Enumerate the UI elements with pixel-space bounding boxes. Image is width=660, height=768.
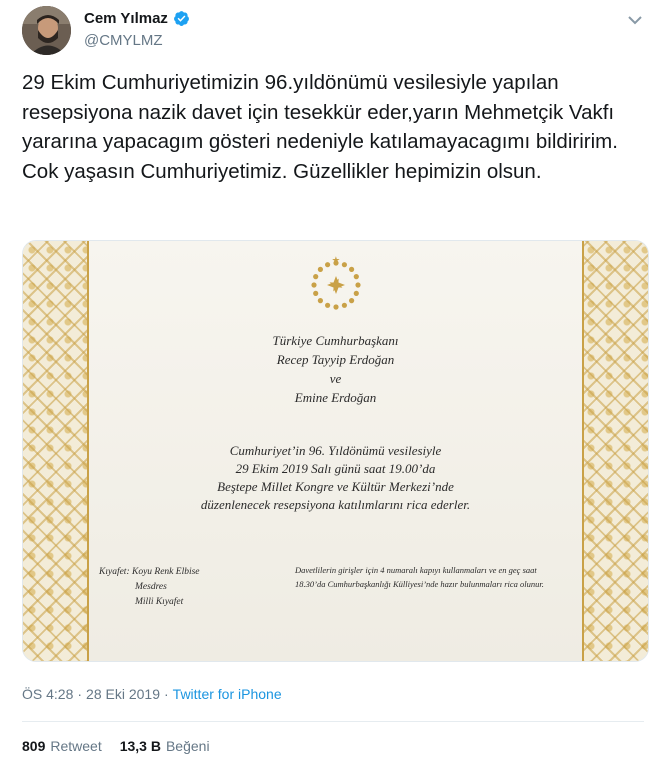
dress-code-line-2: Mesdres <box>135 582 167 592</box>
retweet-count: 809 <box>22 738 46 754</box>
retweet-count-stat[interactable]: 809 Retweet <box>22 738 102 754</box>
invitation-conjunction: ve <box>329 371 342 386</box>
avatar[interactable] <box>22 6 71 55</box>
more-options-chevron-down-icon[interactable] <box>624 9 646 31</box>
dress-code-line-3: Milli Kıyafet <box>135 597 184 607</box>
retweet-label: Retweet <box>50 738 102 754</box>
dress-code-line-1: Kıyafet: Koyu Renk Elbise <box>99 567 200 577</box>
tweet-text: 29 Ekim Cumhuriyetimizin 96.yıldönümü ve… <box>22 71 624 183</box>
ornamental-border-right <box>582 241 648 661</box>
invitation-cohost-name: Emine Erdoğan <box>294 390 377 405</box>
divider <box>22 721 644 722</box>
meta-separator: · <box>164 686 169 702</box>
tweet-media-image[interactable]: Türkiye Cumhurbaşkanı Recep Tayyip Erdoğ… <box>22 240 649 662</box>
invitation-body-line-4: düzenlenecek resepsiyona katılımlarını r… <box>200 497 471 512</box>
entry-note-line-1: Davetlilerin girişler için 4 numaralı ka… <box>295 565 537 575</box>
invitation-body-line-2: 29 Ekim 2019 Salı günü saat 19.00’da <box>235 461 436 476</box>
tweet-meta: ÖS 4:28 · 28 Eki 2019 · Twitter for iPho… <box>22 686 282 702</box>
like-label: Beğeni <box>165 738 210 754</box>
author-name[interactable]: Cem Yılmaz <box>84 10 168 27</box>
presidential-seal-emblem <box>311 256 361 310</box>
author-handle[interactable]: @CMYLMZ <box>84 32 163 49</box>
invitation-body-line-3: Beştepe Millet Kongre ve Kültür Merkezi’… <box>217 479 454 494</box>
like-count: 13,3 B <box>119 738 161 754</box>
like-count-stat[interactable]: 13,3 B Beğeni <box>120 738 210 754</box>
author-name-row[interactable]: Cem Yılmaz <box>84 10 190 27</box>
tweet-source-link[interactable]: Twitter for iPhone <box>173 686 282 702</box>
invitation-host-name: Recep Tayyip Erdoğan <box>276 352 395 367</box>
entry-note-line-2: 18.30’da Cumhurbaşkanlığı Külliyesi’nde … <box>295 579 544 589</box>
verified-badge-icon <box>173 11 189 26</box>
meta-separator: · <box>77 686 83 702</box>
ornamental-border-left <box>23 241 89 661</box>
invitation-host-title: Türkiye Cumhurbaşkanı <box>272 333 399 348</box>
invitation-body-line-1: Cumhuriyet’in 96. Yıldönümü vesilesiyle <box>229 443 442 458</box>
tweet-time[interactable]: ÖS 4:28 <box>22 686 73 702</box>
avatar-photo <box>22 6 71 55</box>
tweet-stats: 809 Retweet 13,3 B Beğeni <box>22 738 210 754</box>
tweet-date[interactable]: 28 Eki 2019 <box>86 686 160 702</box>
